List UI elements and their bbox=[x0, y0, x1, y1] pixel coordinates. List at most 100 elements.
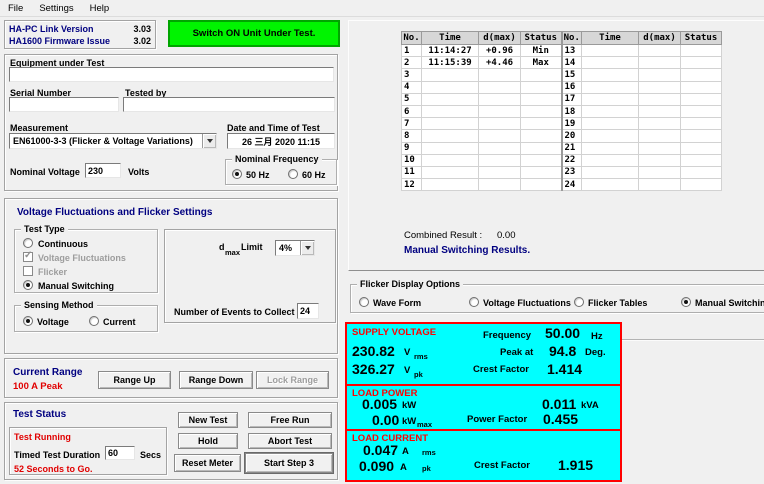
cell-time bbox=[582, 154, 639, 166]
free-run-button[interactable]: Free Run bbox=[248, 412, 332, 428]
supply-voltage-meter: SUPPLY VOLTAGE Frequency 50.00 Hz 230.82… bbox=[345, 322, 622, 386]
cell-no: 13 bbox=[562, 45, 582, 57]
flicker-checkbox[interactable] bbox=[23, 266, 33, 276]
lock-range-button[interactable]: Lock Range bbox=[256, 371, 329, 389]
header-time: Time bbox=[582, 32, 639, 45]
cell-status bbox=[521, 93, 562, 105]
vrms-value: 230.82 bbox=[352, 343, 395, 359]
cell-dmax bbox=[479, 179, 521, 191]
measurement-select[interactable]: EN61000-3-3 (Flicker & Voltage Variation… bbox=[9, 133, 217, 149]
nominal-voltage-input[interactable] bbox=[85, 163, 121, 178]
menu-file[interactable]: File bbox=[0, 1, 31, 16]
firmware-label: HA1600 Firmware Issue bbox=[9, 35, 110, 47]
switch-on-unit-button[interactable]: Switch ON Unit Under Test. bbox=[168, 20, 340, 47]
dmax-dropdown-button[interactable] bbox=[300, 241, 314, 255]
cell-time bbox=[422, 179, 479, 191]
voltage-fluctuations-display-radio[interactable] bbox=[469, 297, 479, 307]
kwmax-unit: kW bbox=[402, 416, 416, 427]
current-range-value: 100 A Peak bbox=[13, 381, 62, 392]
firmware-value: 3.02 bbox=[133, 35, 151, 47]
cell-status bbox=[681, 166, 722, 178]
freq-60hz-radio[interactable] bbox=[288, 169, 298, 179]
test-type-group: Test Type Continuous Voltage Fluctuation… bbox=[14, 229, 158, 293]
wave-form-radio[interactable] bbox=[359, 297, 369, 307]
freq-50hz-radio[interactable] bbox=[232, 169, 242, 179]
version-panel: HA-PC Link Version 3.03 HA1600 Firmware … bbox=[4, 20, 156, 49]
dmax-limit-select[interactable]: 4% bbox=[275, 240, 315, 256]
range-up-button[interactable]: Range Up bbox=[98, 371, 171, 389]
serial-number-input[interactable] bbox=[9, 97, 119, 112]
chevron-down-icon bbox=[305, 246, 311, 250]
table-row: 1224 bbox=[402, 179, 722, 191]
cell-status bbox=[681, 81, 722, 93]
start-step-button[interactable]: Start Step 3 bbox=[245, 453, 333, 473]
kwmax-value: 0.00 bbox=[372, 412, 399, 428]
manual-switching-radio[interactable] bbox=[23, 280, 33, 290]
table-row: 921 bbox=[402, 142, 722, 154]
dmax-subpanel: d max Limit 4% Number of Events to Colle… bbox=[164, 229, 336, 323]
hold-button[interactable]: Hold bbox=[178, 433, 238, 449]
events-input[interactable] bbox=[297, 303, 319, 319]
cell-time bbox=[582, 142, 639, 154]
sensing-current-radio[interactable] bbox=[89, 316, 99, 326]
cell-dmax bbox=[479, 154, 521, 166]
nominal-voltage-label: Nominal Voltage bbox=[10, 167, 80, 177]
vpk-sub: pk bbox=[414, 370, 423, 379]
cell-status bbox=[521, 81, 562, 93]
flicker-tables-radio[interactable] bbox=[574, 297, 584, 307]
duration-input[interactable] bbox=[105, 446, 135, 460]
results-panel: No. Time d(max) Status No. Time d(max) S… bbox=[348, 20, 764, 271]
cell-status bbox=[521, 179, 562, 191]
tested-by-input[interactable] bbox=[123, 97, 335, 112]
menu-settings[interactable]: Settings bbox=[31, 1, 81, 16]
reset-meter-button[interactable]: Reset Meter bbox=[174, 454, 241, 472]
menu-help[interactable]: Help bbox=[82, 1, 118, 16]
cell-no: 2 bbox=[402, 57, 422, 69]
kw-value: 0.005 bbox=[362, 396, 397, 412]
table-row: 1123 bbox=[402, 166, 722, 178]
combined-result-value: 0.00 bbox=[497, 230, 516, 241]
cell-status bbox=[681, 69, 722, 81]
arms-value: 0.047 bbox=[363, 442, 398, 458]
measurement-dropdown-button[interactable] bbox=[202, 134, 216, 148]
table-row: 820 bbox=[402, 130, 722, 142]
combined-result-label: Combined Result : bbox=[404, 230, 482, 241]
countdown-text: 52 Seconds to Go. bbox=[14, 464, 93, 474]
cell-dmax bbox=[639, 45, 681, 57]
current-range-panel: Current Range 100 A Peak Range Up Range … bbox=[4, 358, 338, 398]
voltage-fluctuations-display-label: Voltage Fluctuations bbox=[483, 298, 571, 308]
continuous-radio[interactable] bbox=[23, 238, 33, 248]
cell-time: 11:14:27 bbox=[422, 45, 479, 57]
cell-time bbox=[582, 69, 639, 81]
sensing-method-label: Sensing Method bbox=[21, 300, 97, 310]
crest-factor-value: 1.414 bbox=[547, 361, 582, 377]
nominal-frequency-group: Nominal Frequency 50 Hz 60 Hz bbox=[225, 159, 337, 185]
sensing-voltage-radio[interactable] bbox=[23, 316, 33, 326]
equipment-under-test-input[interactable] bbox=[9, 67, 334, 82]
new-test-button[interactable]: New Test bbox=[178, 412, 238, 428]
header-status: Status bbox=[521, 32, 562, 45]
freq-50hz-label: 50 Hz bbox=[246, 170, 270, 180]
range-down-button[interactable]: Range Down bbox=[179, 371, 253, 389]
vpk-value: 326.27 bbox=[352, 361, 395, 377]
kwmax-sub: max bbox=[417, 420, 432, 429]
dmax-sub-label: max bbox=[225, 248, 240, 257]
voltage-fluctuations-label: Voltage Fluctuations bbox=[38, 253, 126, 263]
cell-dmax bbox=[479, 69, 521, 81]
abort-test-button[interactable]: Abort Test bbox=[248, 433, 332, 449]
voltage-fluctuations-checkbox[interactable] bbox=[23, 252, 33, 262]
cell-dmax bbox=[639, 179, 681, 191]
cell-dmax bbox=[639, 57, 681, 69]
cell-no: 3 bbox=[402, 69, 422, 81]
cell-no: 18 bbox=[562, 105, 582, 117]
cell-no: 4 bbox=[402, 81, 422, 93]
cell-time bbox=[582, 93, 639, 105]
test-state-text: Test Running bbox=[14, 432, 71, 442]
app-window: { "window": { "menu": ["File", "Settings… bbox=[0, 0, 764, 484]
firmware-row: HA1600 Firmware Issue 3.02 bbox=[9, 35, 151, 47]
manual-switching-display-radio[interactable] bbox=[681, 297, 691, 307]
cell-time bbox=[422, 93, 479, 105]
cell-dmax bbox=[639, 81, 681, 93]
cell-dmax bbox=[479, 118, 521, 130]
cell-no: 21 bbox=[562, 142, 582, 154]
